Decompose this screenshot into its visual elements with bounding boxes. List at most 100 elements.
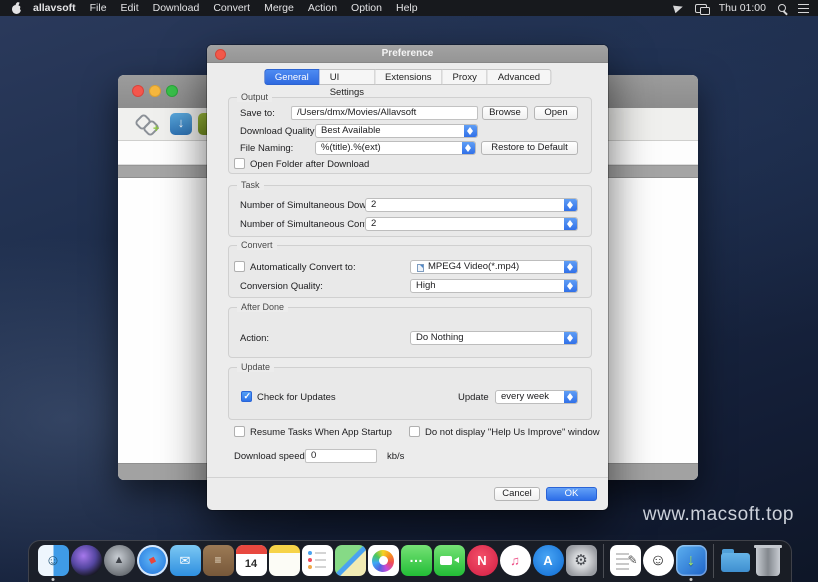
dock-icon-siri[interactable] [71, 545, 102, 576]
dock-icon-system-preferences[interactable]: ⚙ [566, 545, 597, 576]
convert-format-popup[interactable]: MPEG4 Video(*.mp4) [410, 260, 578, 274]
notification-center-icon[interactable] [798, 4, 809, 13]
dock-icon-appstore[interactable]: A [533, 545, 564, 576]
preference-dialog: Preference GeneralUI SettingsExtensionsP… [207, 45, 608, 510]
ok-button[interactable]: OK [546, 487, 597, 501]
action-stepper-icon[interactable] [564, 332, 577, 344]
update-frequency-popup[interactable]: every week [495, 390, 578, 404]
open-folder-checkbox[interactable] [234, 158, 245, 169]
download-quality-stepper-icon[interactable] [464, 125, 477, 137]
dock-icon-trash[interactable] [756, 545, 780, 576]
dock-icon-facetime[interactable] [434, 545, 465, 576]
dock-icon-messages[interactable]: … [401, 545, 432, 576]
simultaneous-convert-stepper[interactable]: 2 [365, 217, 578, 231]
tab-extensions[interactable]: Extensions [375, 69, 442, 85]
download-speed-input[interactable]: 0 [305, 449, 377, 463]
conversion-quality-label: Conversion Quality: [240, 281, 323, 292]
dock-icon-calendar[interactable]: 14 [236, 545, 267, 576]
dock-icon-allavsoft[interactable]: ↓ [676, 545, 707, 576]
tab-proxy[interactable]: Proxy [443, 69, 488, 85]
send-cursor-icon[interactable] [673, 3, 684, 13]
launchpad-glyph: ▲ [104, 545, 135, 576]
displays-icon[interactable] [695, 4, 707, 13]
dock-icon-notes[interactable] [269, 545, 300, 576]
dock-icon-mail[interactable]: ✉ [170, 545, 201, 576]
menu-item-option[interactable]: Option [351, 2, 382, 14]
window-zoom-button[interactable] [166, 85, 178, 97]
system-preferences-glyph: ⚙ [566, 545, 597, 576]
simultaneous-download-stepper-icon[interactable] [564, 199, 577, 211]
conversion-quality-stepper-icon[interactable] [564, 280, 577, 292]
dialog-close-button[interactable] [215, 49, 226, 60]
simultaneous-download-stepper[interactable]: 2 [365, 198, 578, 212]
paste-url-plus-icon: + [153, 124, 159, 134]
tab-ui-settings[interactable]: UI Settings [320, 69, 375, 85]
facetime-glyph [434, 545, 465, 576]
dock-icon-reminders[interactable] [302, 545, 333, 576]
menu-item-action[interactable]: Action [308, 2, 337, 14]
update-frequency-stepper-icon[interactable] [564, 391, 577, 403]
file-naming-label: File Naming: [240, 143, 293, 154]
window-close-button[interactable] [132, 85, 144, 97]
file-naming-popup[interactable]: %(title).%(ext) [315, 141, 476, 155]
menu-item-merge[interactable]: Merge [264, 2, 294, 14]
file-naming-stepper-icon[interactable] [462, 142, 475, 154]
simultaneous-convert-stepper-icon[interactable] [564, 218, 577, 230]
tab-general[interactable]: General [264, 69, 320, 85]
dock-icon-downloads[interactable] [720, 545, 751, 576]
output-group-label: Output [237, 92, 272, 102]
dock-icon-launchpad[interactable]: ▲ [104, 545, 135, 576]
check-updates-checkbox[interactable] [241, 391, 252, 402]
preference-tabs: GeneralUI SettingsExtensionsProxyAdvance… [264, 69, 551, 85]
safari-glyph: ◆ [132, 541, 171, 580]
save-to-input[interactable]: /Users/dmx/Movies/Allavsoft [291, 106, 478, 120]
dock-icon-photos[interactable] [368, 545, 399, 576]
cancel-button[interactable]: Cancel [494, 487, 540, 501]
restore-default-button[interactable]: Restore to Default [481, 141, 578, 155]
download-quality-popup[interactable]: Best Available [315, 124, 478, 138]
contacts-glyph: ≡ [203, 545, 234, 576]
help-improve-checkbox[interactable] [409, 426, 420, 437]
apple-menu-icon[interactable] [12, 2, 23, 14]
menu-item-edit[interactable]: Edit [121, 2, 139, 14]
browse-button[interactable]: Browse [482, 106, 528, 120]
watermark-text: www.macsoft.top [643, 504, 794, 526]
conversion-quality-popup[interactable]: High [410, 279, 578, 293]
tab-advanced[interactable]: Advanced [488, 69, 551, 85]
dock-icon-textedit[interactable]: ✎ [610, 545, 641, 576]
app-menu-name[interactable]: allavsoft [33, 2, 76, 14]
menu-bar-clock[interactable]: Thu 01:00 [719, 2, 766, 14]
download-button[interactable]: ↓ [170, 113, 192, 135]
dock-icon-itunes[interactable]: ♫ [500, 545, 531, 576]
notes-glyph [269, 545, 300, 576]
simultaneous-download-value: 2 [371, 199, 376, 210]
menu-item-convert[interactable]: Convert [213, 2, 250, 14]
auto-convert-checkbox[interactable] [234, 261, 245, 272]
menu-item-help[interactable]: Help [396, 2, 418, 14]
action-popup[interactable]: Do Nothing [410, 331, 578, 345]
menu-item-download[interactable]: Download [153, 2, 200, 14]
dock-icon-safari[interactable]: ◆ [137, 545, 168, 576]
open-folder-label: Open Folder after Download [250, 159, 369, 170]
spotlight-search-icon[interactable] [778, 4, 786, 12]
menu-item-file[interactable]: File [90, 2, 107, 14]
dock-icon-news[interactable]: N [467, 545, 498, 576]
open-button[interactable]: Open [534, 106, 578, 120]
reminders-glyph [302, 545, 333, 576]
menu-bar: allavsoft File Edit Download Convert Merge Ac… [0, 0, 818, 16]
textedit-glyph: ✎ [610, 545, 641, 576]
action-value: Do Nothing [416, 332, 464, 343]
dock: ☺▲◆✉≡14…N♫A⚙✎☺↓ [28, 540, 792, 582]
itunes-glyph: ♫ [500, 545, 531, 576]
resume-tasks-label: Resume Tasks When App Startup [250, 427, 392, 438]
convert-format-stepper-icon[interactable] [564, 261, 577, 273]
allavsoft-glyph: ↓ [676, 545, 707, 576]
dock-icon-smiley[interactable]: ☺ [643, 545, 674, 576]
maps-glyph [335, 545, 366, 576]
resume-tasks-checkbox[interactable] [234, 426, 245, 437]
dock-icon-finder[interactable]: ☺ [38, 545, 69, 576]
dock-icon-maps[interactable] [335, 545, 366, 576]
window-minimize-button[interactable] [149, 85, 161, 97]
dock-icon-contacts[interactable]: ≡ [203, 545, 234, 576]
dock-separator [713, 544, 714, 578]
